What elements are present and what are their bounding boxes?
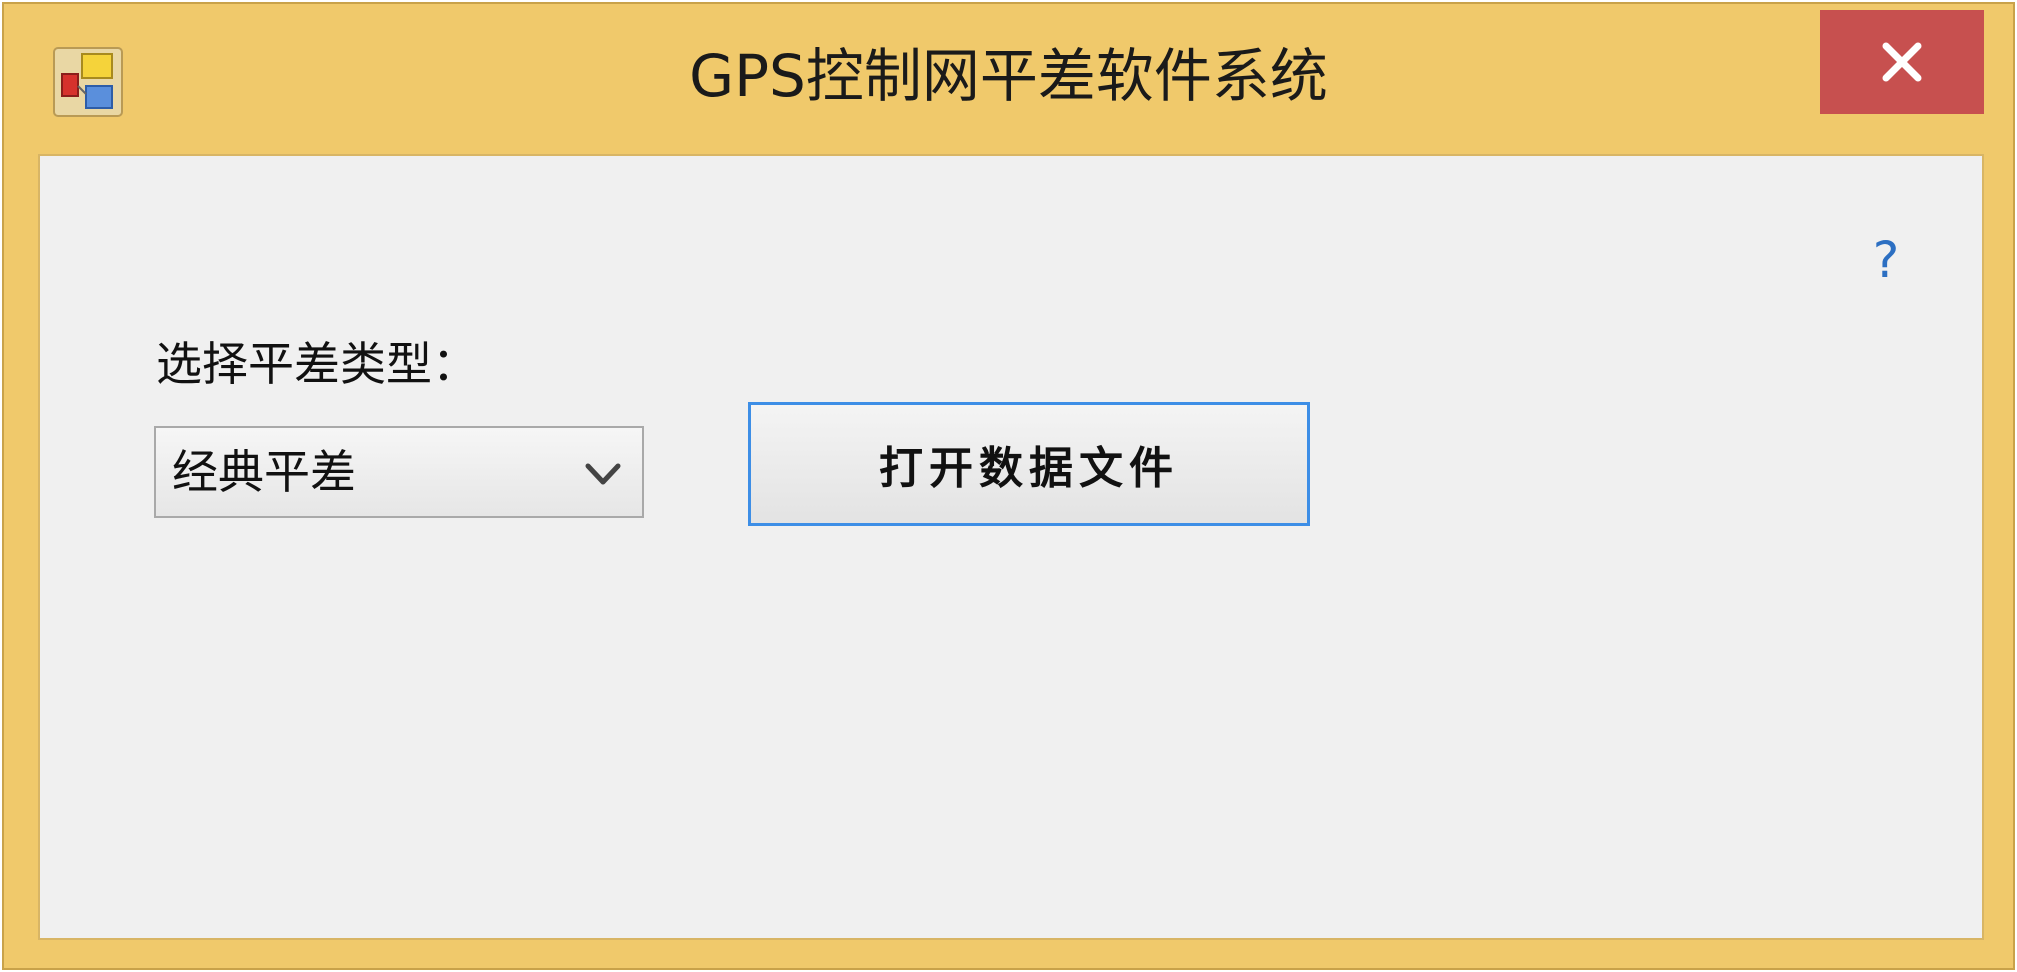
window-title: GPS控制网平差软件系统 <box>689 42 1328 110</box>
close-button[interactable] <box>1820 10 1984 114</box>
open-data-file-button[interactable]: 打开数据文件 <box>748 402 1310 526</box>
client-area: ? 选择平差类型： 经典平差 打开数据文件 <box>38 154 1984 940</box>
help-icon[interactable]: ? <box>1866 228 1906 292</box>
adjustment-type-select[interactable]: 经典平差 <box>154 426 644 518</box>
chevron-down-icon <box>585 463 621 485</box>
adjustment-type-label: 选择平差类型： <box>156 337 478 391</box>
main-window: GPS控制网平差软件系统 ? 选择平差类型： 经典平差 打开数据文件 <box>2 2 2015 970</box>
adjustment-type-value: 经典平差 <box>172 445 356 499</box>
close-icon <box>1882 42 1922 82</box>
